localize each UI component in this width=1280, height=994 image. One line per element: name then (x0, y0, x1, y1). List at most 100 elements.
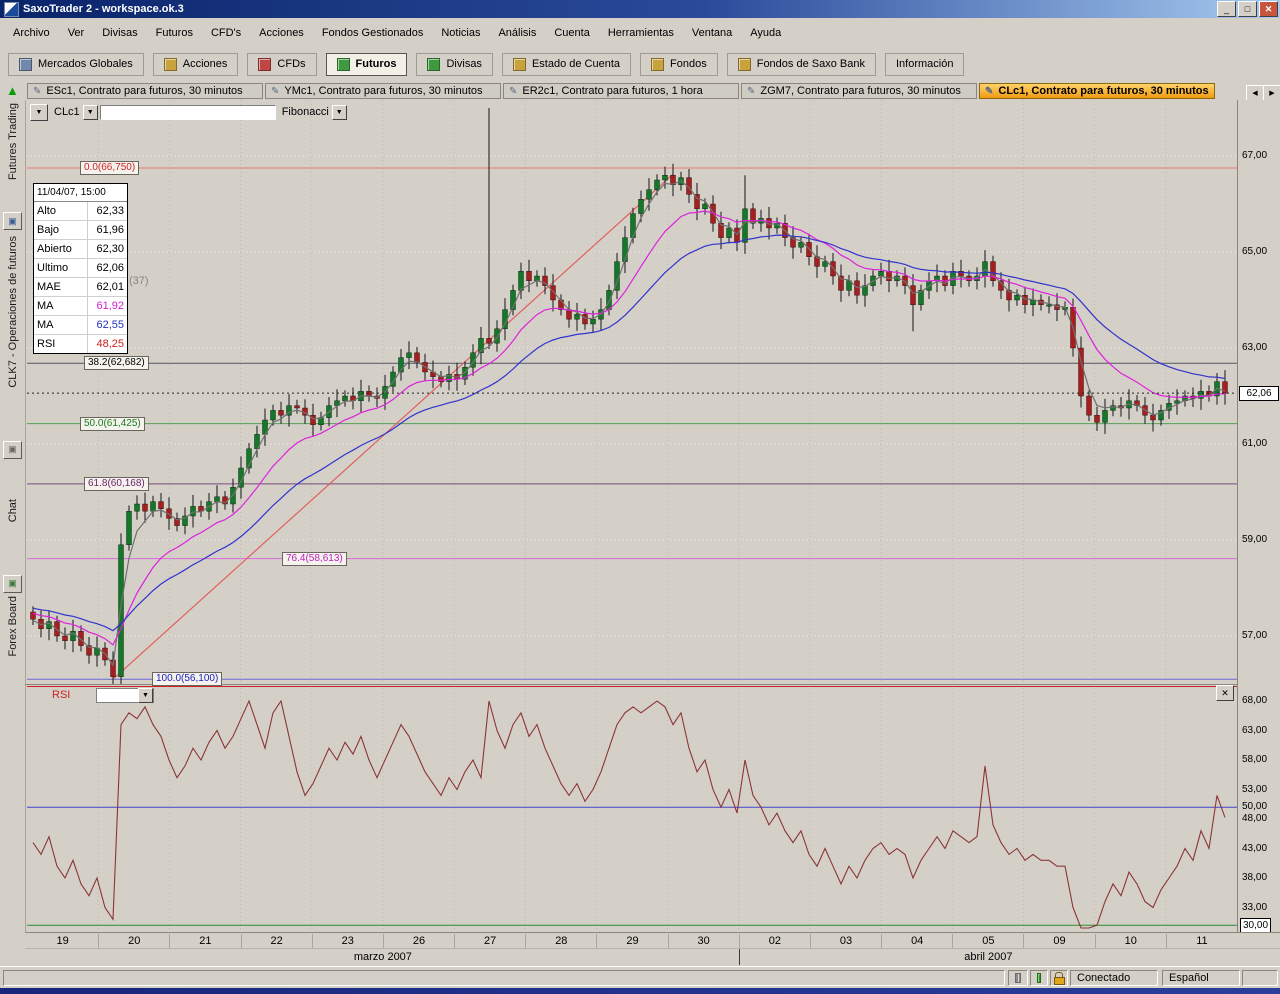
x-axis-day-label: 29 (596, 934, 667, 948)
network-icon (1030, 970, 1048, 986)
symbol-combo[interactable]: CLc1 ▼ (50, 105, 98, 120)
menu-item-ayuda[interactable]: Ayuda (741, 24, 790, 42)
x-axis-day-label: 09 (1023, 934, 1094, 948)
lock-icon (1050, 970, 1068, 986)
x-axis-day-label: 28 (525, 934, 596, 948)
rsi-axis-label: 68,00 (1242, 694, 1267, 707)
funds-icon (651, 58, 664, 71)
chart-tab-label: ER2c1, Contrato para futuros, 1 hora (522, 85, 702, 97)
x-axis-day-label: 20 (98, 934, 169, 948)
symbol-search-input[interactable] (100, 105, 276, 120)
data-window-row-label: Ultimo (34, 259, 88, 277)
module-icon[interactable]: ▣ (3, 212, 22, 230)
data-window-row-value: 62,06 (88, 259, 127, 277)
toolbar-button-divisas[interactable]: Divisas (416, 53, 492, 76)
menu-item-herramientas[interactable]: Herramientas (599, 24, 683, 42)
candle-body (655, 180, 660, 190)
study-combo[interactable]: Fibonacci ▼ (278, 105, 347, 120)
menu-item-ver[interactable]: Ver (59, 24, 94, 42)
data-window-row: Abierto62,30 (34, 240, 127, 259)
rsi-study-combo[interactable]: ▼ (96, 688, 154, 703)
rail-item-clk7-operaciones-de-futuros[interactable]: CLK7 - Operaciones de futuros (7, 236, 19, 388)
status-end-panel (1242, 970, 1278, 986)
candle-body (991, 262, 996, 281)
maximize-button[interactable]: □ (1238, 1, 1257, 17)
candle-body (727, 228, 732, 238)
toolbar-button-informaci-n[interactable]: Información (885, 53, 964, 76)
toolbar-button-label: CFDs (277, 58, 305, 70)
left-rail: Futures Trading ▣ CLK7 - Operaciones de fu… (0, 100, 26, 966)
toolbar-button-estado-de-cuenta[interactable]: Estado de Cuenta (502, 53, 631, 76)
candle-body (575, 314, 580, 319)
chart-tab-clc1[interactable]: ✎CLc1, Contrato para futuros, 30 minutos (979, 83, 1215, 99)
candle-body (519, 271, 524, 290)
menu-item-cfd-s[interactable]: CFD's (202, 24, 250, 42)
data-window-row-label: Alto (34, 202, 88, 220)
price-chart-canvas[interactable] (27, 100, 1237, 684)
price-axis-label: 63,00 (1242, 341, 1267, 354)
data-window-row-value: 61,96 (88, 221, 127, 239)
menu-item-fondos-gestionados[interactable]: Fondos Gestionados (313, 24, 433, 42)
data-window-row-label: MAE (34, 278, 88, 296)
candle-body (807, 242, 812, 256)
menu-item-divisas[interactable]: Divisas (93, 24, 146, 42)
chat-icon[interactable]: ▣ (3, 441, 22, 459)
candle-body (567, 310, 572, 320)
taskbar-edge (0, 988, 1280, 994)
toolbar-button-acciones[interactable]: Acciones (153, 53, 239, 76)
price-axis-label: 65,00 (1242, 245, 1267, 258)
chart-tab-ymc1[interactable]: ✎YMc1, Contrato para futuros, 30 minutos (265, 83, 501, 99)
toolbar-button-fondos-de-saxo-bank[interactable]: Fondos de Saxo Bank (727, 53, 876, 76)
data-window-row: Alto62,33 (34, 202, 127, 221)
window-title: SaxoTrader 2 - workspace.ok.3 (23, 3, 1215, 15)
board-icon[interactable]: ▣ (3, 575, 22, 593)
chart-menu-button[interactable]: ▼ (30, 104, 48, 121)
data-window-row-label: Bajo (34, 221, 88, 239)
menu-item-futuros[interactable]: Futuros (147, 24, 202, 42)
chart-tab-zgm7[interactable]: ✎ZGM7, Contrato para futuros, 30 minutos (741, 83, 977, 99)
candle-body (887, 271, 892, 281)
rail-item-chat[interactable]: Chat (7, 499, 19, 522)
ma-line (33, 181, 1225, 665)
toolbar-button-label: Estado de Cuenta (532, 58, 620, 70)
price-axis-label: 59,00 (1242, 533, 1267, 546)
toolbar-button-futuros[interactable]: Futuros (326, 53, 408, 76)
tab-scroll-right-button[interactable]: ▶ (1263, 85, 1280, 101)
menu-item-acciones[interactable]: Acciones (250, 24, 313, 42)
candle-body (1047, 305, 1052, 306)
tab-scroll-left-button[interactable]: ◀ (1246, 85, 1264, 101)
chart-tab-er2c1[interactable]: ✎ER2c1, Contrato para futuros, 1 hora (503, 83, 739, 99)
menu-item-archivo[interactable]: Archivo (4, 24, 59, 42)
menu-item-cuenta[interactable]: Cuenta (545, 24, 598, 42)
minimize-button[interactable]: _ (1217, 1, 1236, 17)
saxo-funds-icon (738, 58, 751, 71)
menu-item-an-lisis[interactable]: Análisis (489, 24, 545, 42)
rsi-chart-canvas[interactable] (27, 688, 1237, 930)
toolbar-button-cfds[interactable]: CFDs (247, 53, 316, 76)
x-axis-day-label: 30 (668, 934, 739, 948)
toolbar-button-fondos[interactable]: Fondos (640, 53, 718, 76)
cfd-icon (258, 58, 271, 71)
menu-item-ventana[interactable]: Ventana (683, 24, 741, 42)
rail-up-arrow-icon[interactable]: ▲ (6, 84, 19, 97)
candle-body (63, 636, 68, 641)
app: SaxoTrader 2 - workspace.ok.3 _ □ ✕ Arch… (0, 0, 1280, 994)
toolbar-button-label: Fondos (670, 58, 707, 70)
toolbar-button-mercados-globales[interactable]: Mercados Globales (8, 53, 144, 76)
futures-icon (337, 58, 350, 71)
menu-item-noticias[interactable]: Noticias (432, 24, 489, 42)
candle-body (487, 338, 492, 343)
close-button[interactable]: ✕ (1259, 1, 1278, 17)
trendline (113, 174, 673, 679)
x-axis-day-label: 10 (1095, 934, 1166, 948)
rail-item-forex-board[interactable]: Forex Board (7, 596, 19, 657)
toolbar-button-label: Mercados Globales (38, 58, 133, 70)
chevron-down-icon: ▼ (83, 105, 98, 120)
candle-body (215, 497, 220, 502)
x-axis-day-label: 26 (383, 934, 454, 948)
rsi-close-button[interactable]: ✕ (1216, 685, 1234, 701)
rail-item-futures-trading[interactable]: Futures Trading (7, 103, 19, 180)
data-window-row-label: MA (34, 297, 88, 315)
fib-label-50-0: 50.0(61,425) (80, 417, 145, 431)
chart-tab-esc1[interactable]: ✎ESc1, Contrato para futuros, 30 minutos (27, 83, 263, 99)
